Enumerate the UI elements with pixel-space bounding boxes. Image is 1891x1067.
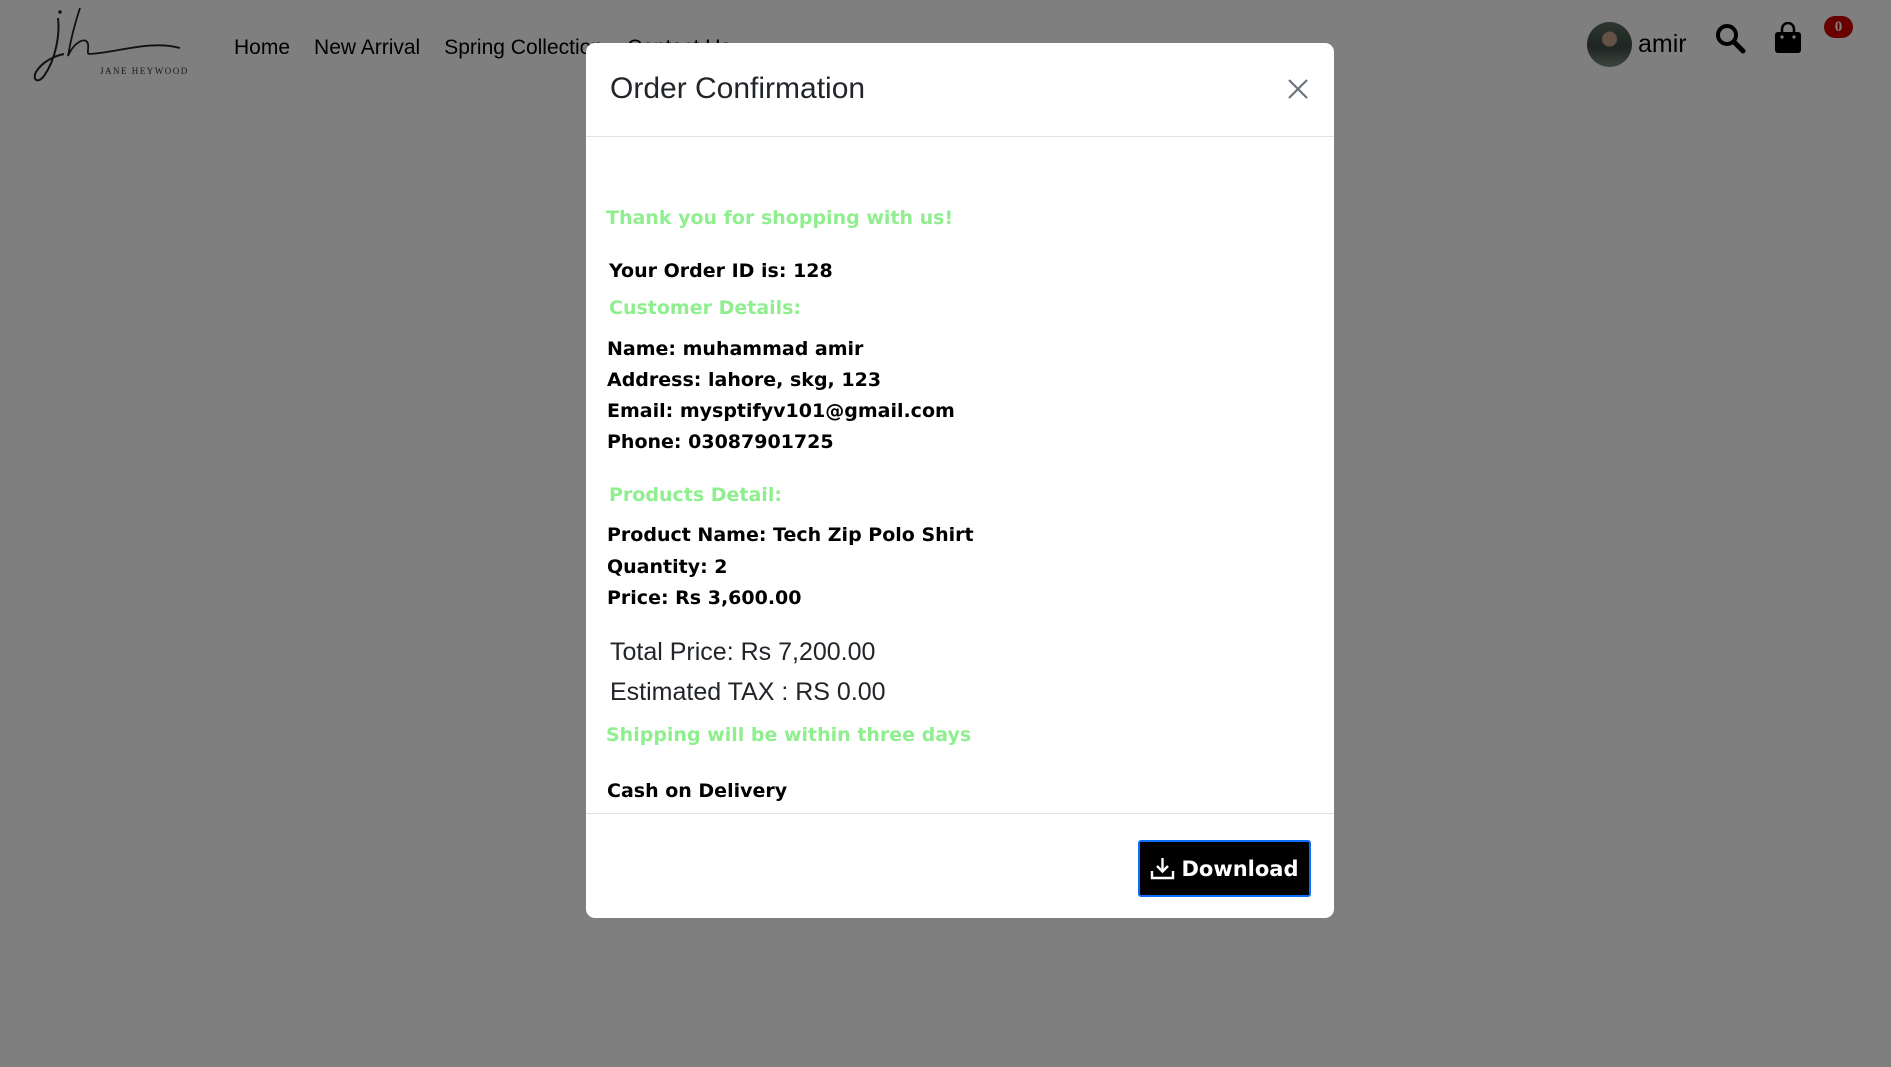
download-button-label: Download xyxy=(1181,856,1299,881)
modal-title: Order Confirmation xyxy=(610,72,866,105)
close-icon[interactable] xyxy=(1282,73,1314,105)
customer-name: Name: muhammad amir xyxy=(607,338,864,360)
thank-you-message: Thank you for shopping with us! xyxy=(606,207,954,229)
total-price: Total Price: Rs 7,200.00 xyxy=(610,638,876,666)
order-id: Your Order ID is: 128 xyxy=(609,260,833,282)
customer-phone: Phone: 03087901725 xyxy=(607,431,834,453)
download-button[interactable]: Download xyxy=(1138,840,1311,897)
order-confirmation-modal: Order Confirmation Thank you for shoppin… xyxy=(586,43,1334,918)
modal-footer: Download xyxy=(586,813,1334,918)
payment-method: Cash on Delivery xyxy=(607,780,788,802)
shipping-note: Shipping will be within three days xyxy=(606,724,972,746)
modal-body: Thank you for shopping with us! Your Ord… xyxy=(586,138,1334,814)
product-quantity: Quantity: 2 xyxy=(607,556,728,578)
customer-email: Email: mysptifyv101@gmail.com xyxy=(607,400,955,422)
download-icon xyxy=(1150,856,1175,881)
product-name: Product Name: Tech Zip Polo Shirt xyxy=(607,524,974,546)
customer-details-heading: Customer Details: xyxy=(609,297,802,319)
products-detail-heading: Products Detail: xyxy=(609,484,782,506)
modal-header: Order Confirmation xyxy=(586,43,1334,137)
product-price: Price: Rs 3,600.00 xyxy=(607,587,802,609)
estimated-tax: Estimated TAX : RS 0.00 xyxy=(610,678,886,706)
customer-address: Address: lahore, skg, 123 xyxy=(607,369,882,391)
